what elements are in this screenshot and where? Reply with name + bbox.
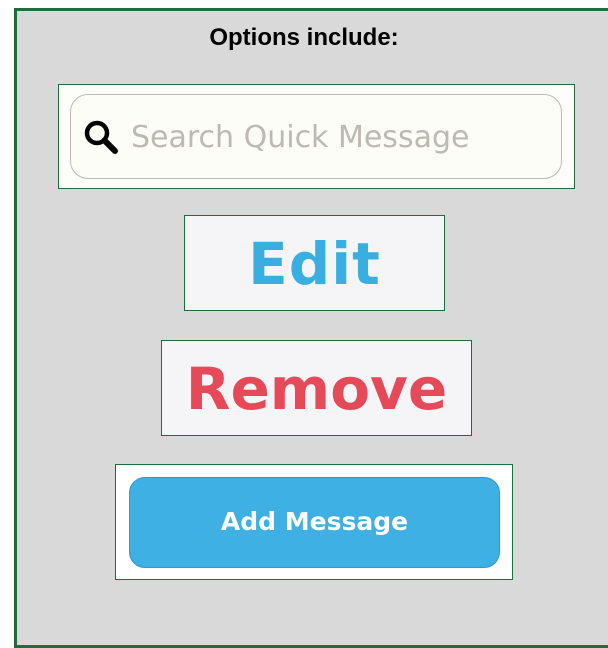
- search-icon: [83, 119, 119, 155]
- page-title: Options include:: [209, 24, 399, 51]
- edit-frame: Edit: [184, 215, 445, 311]
- add-message-button[interactable]: Add Message: [129, 477, 500, 568]
- edit-button[interactable]: Edit: [185, 216, 444, 312]
- remove-frame: Remove: [161, 340, 472, 436]
- remove-button[interactable]: Remove: [162, 341, 471, 437]
- search-input[interactable]: [123, 113, 543, 161]
- add-frame: Add Message: [115, 464, 513, 580]
- search-box[interactable]: [70, 94, 562, 179]
- search-frame: [58, 84, 575, 189]
